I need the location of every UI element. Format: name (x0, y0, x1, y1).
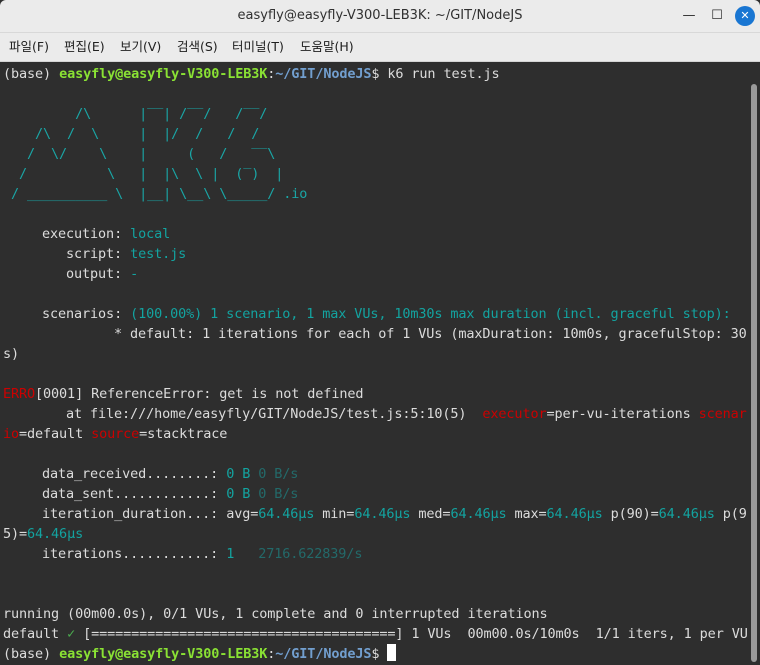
text-cursor (387, 644, 397, 661)
k6-logo-line: / __________ \ |__| \__\ \_____/ .io (3, 186, 308, 202)
med-value: 64.46µs (450, 506, 507, 522)
metric-label: iteration_duration...: (42, 506, 227, 522)
scenario-value: =default (19, 426, 92, 442)
script-label: script: (66, 246, 131, 262)
source-key: source (91, 426, 140, 442)
executor-value: =per-vu-iterations (546, 406, 699, 422)
p95-value: 64.46µs (27, 526, 84, 542)
metric-iteration-duration-wrap: 5)=64.46µs (3, 524, 83, 544)
scenario-key-wrap: io (3, 426, 20, 442)
menu-terminal[interactable]: 터미널(T) (232, 33, 284, 61)
command-prompt-line: (base) easyfly@easyfly-V300-LEB3K:~/GIT/… (3, 64, 500, 84)
metric-iterations: iterations...........: 1 2716.622839/s (42, 544, 362, 564)
vertical-scrollbar[interactable] (749, 62, 760, 665)
progress-line: default ✓ [=============================… (3, 624, 748, 644)
med-key: med= (410, 506, 451, 522)
scenarios-line: scenarios: (100.00%) 1 scenario, 1 max V… (42, 304, 731, 324)
menu-bar: 파일(F) 편집(E) 보기(V) 검색(S) 터미널(T) 도움말(H) (0, 33, 760, 62)
progress-bar: [======================================]… (75, 626, 748, 642)
prompt-user-host: easyfly@easyfly-V300-LEB3K (59, 66, 268, 82)
menu-help[interactable]: 도움말(H) (300, 33, 354, 61)
executor-key: executor (482, 406, 547, 422)
error-location: at file:///home/easyfly/GIT/NodeJS/test.… (66, 406, 467, 422)
error-level: ERRO (3, 386, 36, 402)
p95-key: p(9 (714, 506, 747, 522)
error-fields-line: io=default source=stacktrace (3, 424, 227, 444)
error-location-line: at file:///home/easyfly/GIT/NodeJS/test.… (66, 404, 747, 424)
prompt-dollar: $ (371, 646, 388, 662)
k6-logo-line: /\ |‾‾| /‾‾/ /‾‾/ (3, 106, 268, 122)
menu-search[interactable]: 검색(S) (177, 33, 218, 61)
metric-value: 1 (226, 546, 235, 562)
metric-rate: 0 B/s (250, 466, 299, 482)
p95-key-wrap: 5)= (3, 526, 28, 542)
metric-value: 0 B (226, 466, 251, 482)
execution-value: local (130, 226, 171, 242)
scenario-name: default (3, 626, 68, 642)
min-key: min= (314, 506, 355, 522)
command-text: k6 run test.js (387, 66, 500, 82)
p90-key: p(90)= (602, 506, 659, 522)
menu-file[interactable]: 파일(F) (9, 33, 49, 61)
metric-data-sent: data_sent............: 0 B 0 B/s (42, 484, 298, 504)
metric-rate: 2716.622839/s (234, 546, 363, 562)
scenario-detail-line: * default: 1 iterations for each of 1 VU… (114, 326, 747, 342)
scenarios-value: (100.00%) 1 scenario, 1 max VUs, 10m30s … (130, 306, 731, 322)
title-bar[interactable]: easyfly@easyfly-V300-LEB3K: ~/GIT/NodeJS… (0, 0, 760, 33)
avg-value: 64.46µs (258, 506, 315, 522)
metric-data-received: data_received........: 0 B 0 B/s (42, 464, 298, 484)
prompt-path: ~/GIT/NodeJS (275, 66, 372, 82)
conda-env: (base) (3, 66, 60, 82)
k6-logo-line: / \/ \ | ( / ‾‾\ (3, 146, 276, 162)
script-line: script: test.js (66, 244, 186, 264)
menu-view[interactable]: 보기(V) (120, 33, 161, 61)
k6-logo-line: /\ / \ | |/ / / / (3, 126, 260, 142)
window-title: easyfly@easyfly-V300-LEB3K: ~/GIT/NodeJS (237, 8, 523, 23)
output-label: output: (66, 266, 131, 282)
metric-label: iterations...........: (42, 546, 227, 562)
source-value: =stacktrace (139, 426, 228, 442)
k6-logo-line: / \ | |\ \ | (‾) | (3, 166, 284, 182)
scenario-detail-wrap: s) (3, 346, 20, 362)
metric-iteration-duration: iteration_duration...: avg=64.46µs min=6… (42, 504, 747, 524)
scenarios-label: scenarios: (42, 306, 131, 322)
prompt-path: ~/GIT/NodeJS (275, 646, 372, 662)
maximize-button[interactable]: ☐ (707, 6, 727, 26)
conda-env: (base) (3, 646, 60, 662)
metric-label: data_received........: (42, 466, 227, 482)
close-button[interactable]: ✕ (735, 6, 755, 26)
menu-edit[interactable]: 편집(E) (64, 33, 105, 61)
output-line: output: - (66, 264, 138, 284)
script-value: test.js (130, 246, 187, 262)
error-line: ERRO[0001] ReferenceError: get is not de… (3, 384, 363, 404)
scenario-key: scenar (698, 406, 747, 422)
terminal-window: easyfly@easyfly-V300-LEB3K: ~/GIT/NodeJS… (0, 0, 760, 665)
prompt-dollar: $ (371, 66, 388, 82)
avg-key: avg= (226, 506, 259, 522)
running-status-line: running (00m00.0s), 0/1 VUs, 1 complete … (3, 606, 548, 622)
max-value: 64.46µs (546, 506, 603, 522)
prompt-user-host: easyfly@easyfly-V300-LEB3K (59, 646, 268, 662)
metric-label: data_sent............: (42, 486, 227, 502)
minimize-button[interactable]: — (679, 6, 699, 26)
execution-label: execution: (42, 226, 131, 242)
output-value: - (130, 266, 139, 282)
max-key: max= (506, 506, 547, 522)
error-message: [0001] ReferenceError: get is not define… (35, 386, 364, 402)
metric-value: 0 B (226, 486, 251, 502)
execution-line: execution: local (42, 224, 170, 244)
min-value: 64.46µs (354, 506, 411, 522)
command-prompt-line: (base) easyfly@easyfly-V300-LEB3K:~/GIT/… (3, 644, 397, 664)
terminal-output[interactable]: (base) easyfly@easyfly-V300-LEB3K:~/GIT/… (0, 62, 748, 665)
p90-value: 64.46µs (658, 506, 715, 522)
scrollbar-thumb[interactable] (751, 84, 757, 662)
check-icon: ✓ (67, 626, 76, 642)
metric-rate: 0 B/s (250, 486, 299, 502)
